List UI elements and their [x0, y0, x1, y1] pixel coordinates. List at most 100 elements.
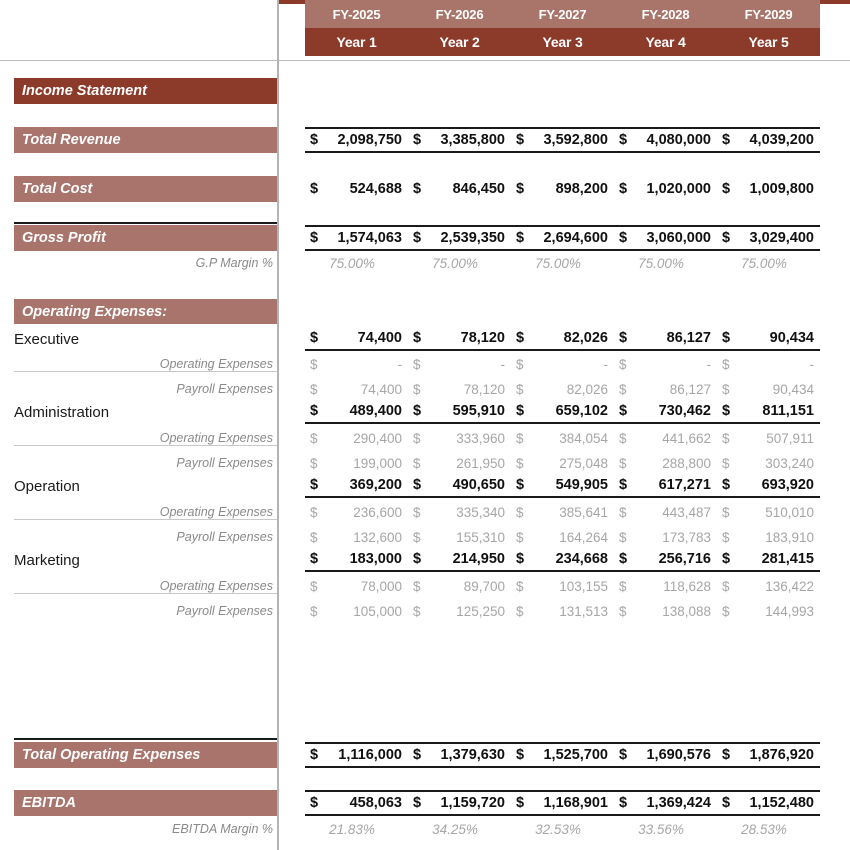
value-cell: $78,120 — [413, 381, 505, 397]
currency-symbol: $ — [619, 795, 628, 811]
row-label-marketing: Marketing — [0, 548, 277, 572]
value-cell: $617,271 — [619, 477, 711, 493]
row-label-total-cost: Total Cost — [0, 176, 277, 202]
fiscal-year-header-cell: FY-2029 — [744, 6, 793, 22]
value-cell: 75.00% — [329, 255, 375, 271]
currency-symbol: $ — [413, 430, 421, 446]
currency-symbol: $ — [310, 504, 318, 520]
table-row: EBITDA $458,063 $1,159,720 $1,168,901 $1… — [0, 790, 850, 816]
fiscal-year-header-row: FY-2025 FY-2026 FY-2027 FY-2028 FY-2029 — [305, 0, 820, 28]
value-cell: $199,000 — [310, 455, 402, 471]
value-cell: 75.00% — [535, 255, 581, 271]
currency-symbol: $ — [516, 330, 525, 346]
row-band: Gross Profit — [14, 225, 277, 251]
row-label-administration-payroll: Payroll Expenses — [14, 451, 277, 475]
value-cell: $214,950 — [413, 551, 505, 567]
currency-symbol: $ — [516, 381, 524, 397]
currency-symbol: $ — [619, 747, 628, 763]
sub-label-text: Payroll Expenses — [176, 530, 273, 544]
year-header-cell: Year 2 — [439, 34, 480, 50]
section-header-income-statement: Income Statement — [0, 78, 277, 104]
currency-symbol: $ — [310, 603, 318, 619]
row-band: EBITDA — [14, 790, 277, 816]
value-cell: $3,592,800 — [516, 132, 608, 148]
value-cell: $3,029,400 — [722, 230, 814, 246]
fiscal-year-header-cell: FY-2028 — [641, 6, 690, 22]
value-cell: $164,264 — [516, 529, 608, 545]
sub-label-text: Payroll Expenses — [176, 382, 273, 396]
value-cell: $183,000 — [310, 551, 402, 567]
currency-symbol: $ — [619, 403, 628, 419]
value-cell: $118,628 — [619, 578, 711, 594]
table-row: Payroll Expenses $105,000 $125,250 $131,… — [0, 599, 850, 623]
value-cell: 32.53% — [535, 821, 581, 837]
row-label-total-revenue: Total Revenue — [0, 127, 277, 153]
department-name: Administration — [14, 403, 110, 421]
currency-symbol: $ — [619, 356, 627, 372]
row-values-total-revenue: $2,098,750 $3,385,800 $3,592,800 $4,080,… — [305, 127, 820, 153]
currency-symbol: $ — [413, 551, 422, 567]
year-header-cell: Year 5 — [748, 34, 789, 50]
sub-label-text: Operating Expenses — [159, 357, 273, 371]
row-values-total-cost: $524,688 $846,450 $898,200 $1,020,000 $1… — [305, 176, 820, 202]
table-row: Total Operating Expenses $1,116,000 $1,3… — [0, 742, 850, 768]
row-label-operation-payroll: Payroll Expenses — [14, 525, 277, 549]
table-row: Operating Expenses: — [0, 299, 850, 324]
value-cell: $138,088 — [619, 603, 711, 619]
table-row: Total Cost $524,688 $846,450 $898,200 $1… — [0, 176, 850, 202]
currency-symbol: $ — [516, 603, 524, 619]
value-cell: $90,434 — [722, 381, 814, 397]
value-cell: 33.56% — [638, 821, 684, 837]
value-cell: $ - — [310, 356, 402, 372]
row-label-operation-opex: Operating Expenses — [14, 500, 277, 524]
currency-symbol: $ — [413, 181, 422, 197]
value-cell: $103,155 — [516, 578, 608, 594]
row-label-executive-opex: Operating Expenses — [14, 352, 277, 376]
row-values-ebitda-margin: 21.83% 34.25% 32.53% 33.56% 28.53% — [305, 818, 820, 840]
currency-symbol: $ — [722, 330, 731, 346]
currency-symbol: $ — [722, 603, 730, 619]
currency-symbol: $ — [619, 477, 628, 493]
currency-symbol: $ — [722, 551, 731, 567]
value-cell: $369,200 — [310, 477, 402, 493]
value-cell: $659,102 — [516, 403, 608, 419]
row-values-executive-payroll: $74,400 $78,120 $82,026 $86,127 $90,434 — [305, 377, 820, 401]
table-row: Payroll Expenses $132,600 $155,310 $164,… — [0, 525, 850, 549]
currency-symbol: $ — [413, 132, 422, 148]
currency-symbol: $ — [516, 403, 525, 419]
currency-symbol: $ — [722, 381, 730, 397]
value-cell: $234,668 — [516, 551, 608, 567]
currency-symbol: $ — [310, 747, 319, 763]
currency-symbol: $ — [413, 381, 421, 397]
currency-symbol: $ — [619, 551, 628, 567]
value-cell: $1,876,920 — [722, 747, 814, 763]
row-values-operation-payroll: $132,600 $155,310 $164,264 $173,783 $183… — [305, 525, 820, 549]
value-cell: 28.53% — [741, 821, 787, 837]
value-cell: $1,379,630 — [413, 747, 505, 763]
value-cell: $275,048 — [516, 455, 608, 471]
currency-symbol: $ — [516, 551, 525, 567]
currency-symbol: $ — [619, 381, 627, 397]
row-label-operation: Operation — [0, 474, 277, 498]
currency-symbol: $ — [413, 330, 422, 346]
value-cell: $524,688 — [310, 181, 402, 197]
value-cell: $78,120 — [413, 330, 505, 346]
value-cell: $595,910 — [413, 403, 505, 419]
value-cell: $1,690,576 — [619, 747, 711, 763]
value-cell: $811,151 — [722, 403, 814, 419]
value-cell: $1,369,424 — [619, 795, 711, 811]
value-cell: $ - — [619, 356, 711, 372]
department-name: Marketing — [14, 551, 80, 569]
currency-symbol: $ — [310, 455, 318, 471]
currency-symbol: $ — [516, 747, 525, 763]
row-values-marketing: $183,000 $214,950 $234,668 $256,716 $281… — [305, 548, 820, 572]
value-cell: $1,525,700 — [516, 747, 608, 763]
table-row: Operating Expenses $290,400 $333,960 $38… — [0, 426, 850, 450]
currency-symbol: $ — [722, 181, 731, 197]
currency-symbol: $ — [619, 181, 628, 197]
row-label-gross-profit: Gross Profit — [0, 225, 277, 251]
table-row: Administration $489,400 $595,910 $659,10… — [0, 400, 850, 424]
row-band: Total Operating Expenses — [14, 742, 277, 768]
row-label-executive: Executive — [0, 327, 277, 351]
fiscal-year-header-cell: FY-2025 — [332, 6, 381, 22]
